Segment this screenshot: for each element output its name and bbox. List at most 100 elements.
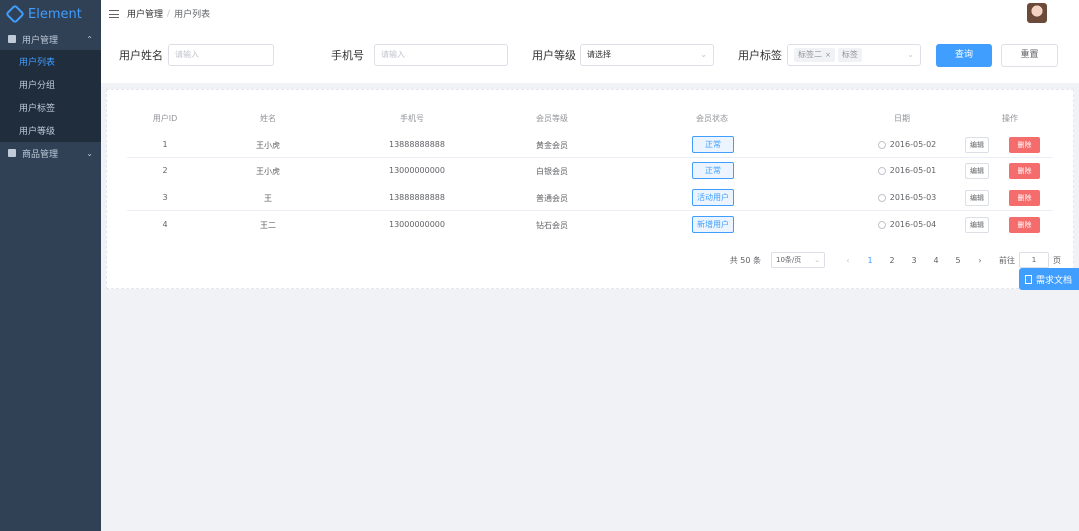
clock-icon [877,220,886,229]
page-size-select[interactable]: 10条/页 ⌄ [771,252,825,268]
level-label: 用户等级 [532,49,576,62]
page-button-2[interactable]: 2 [881,256,903,265]
phone-input[interactable]: 请输入 [374,44,508,66]
breadcrumb-item-parent[interactable]: 用户管理 [127,7,163,20]
cell-date-text: 2016-05-04 [889,220,937,229]
cell-phone: 13888888888 [389,193,445,202]
tag-chip-label: 标签 [841,50,858,59]
page-button-5[interactable]: 5 [947,256,969,265]
table-row: 4 王二 13000000000 钻石会员 新增用户 2016-05-04 编辑… [127,212,1053,238]
cell-phone: 13000000000 [389,220,445,229]
name-input[interactable]: 请输入 [168,44,274,66]
cell-id: 2 [162,166,168,175]
edit-button[interactable]: 编辑 [965,137,989,153]
clock-icon [877,193,886,202]
sidebar-item-user-groups[interactable]: 用户分组 [0,73,101,96]
sidebar-item-user-list[interactable]: 用户列表 [0,50,101,73]
column-header: 日期 [894,114,910,123]
pagination: 共 50 条 10条/页 ⌄ ‹ 1 2 3 4 5 › 前往 1 页 [730,250,1061,270]
app-logo[interactable]: Element [0,0,101,28]
next-page-button[interactable]: › [969,256,991,265]
sidebar: Element 用户管理 ⌃ 用户列表 用户分组 用户标签 用户等级 商品管理 … [0,0,101,531]
table-row: 1 王小虎 13888888888 黄金会员 正常 2016-05-02 编辑 … [127,132,1053,158]
cell-id: 4 [162,220,168,229]
document-icon [1025,274,1032,284]
cell-level: 普通会员 [536,194,568,203]
tags-select[interactable]: 标签二 × 标签 ⌄ [787,44,921,66]
column-header: 操作 [1002,114,1018,123]
page-button-3[interactable]: 3 [903,256,925,265]
cell-name: 王小虎 [256,141,280,150]
cell-date: 2016-05-04 [867,220,947,229]
status-button[interactable]: 正常 [692,136,734,153]
column-header: 手机号 [400,114,424,123]
sidebar-item-user-tags[interactable]: 用户标签 [0,96,101,119]
delete-button[interactable]: 删除 [1009,163,1040,179]
tag-chip-label: 标签二 [798,50,822,59]
edit-button[interactable]: 编辑 [965,190,989,206]
cell-id: 1 [162,140,168,149]
cell-phone: 13888888888 [389,140,445,149]
table-row: 3 王 13888888888 普通会员 活动用户 2016-05-03 编辑 … [127,185,1053,211]
menu-group-user-management[interactable]: 用户管理 ⌃ [0,28,101,50]
cell-name: 王 [264,194,272,203]
table-card: 用户ID 姓名 手机号 会员等级 会员状态 日期 操作 1 王小虎 138888… [106,89,1074,289]
status-button[interactable]: 新增用户 [692,216,734,233]
prev-page-button[interactable]: ‹ [837,256,859,265]
sidebar-item-label: 用户标签 [19,104,56,114]
doc-button-label: 需求文档 [1036,275,1073,286]
hamburger-icon[interactable] [109,9,119,18]
delete-button[interactable]: 删除 [1009,190,1040,206]
pagination-total: 共 50 条 [729,255,761,265]
chevron-up-icon: ⌃ [86,34,93,44]
status-button[interactable]: 正常 [692,162,734,179]
goto-label: 前往 [999,255,1015,265]
clock-icon [877,166,886,175]
page-button-1[interactable]: 1 [859,256,881,265]
goto-suffix: 页 [1053,255,1061,265]
level-select-value: 请选择 [587,50,611,59]
main-area: 用户姓名 请输入 手机号 请输入 用户等级 请选择 ⌄ 用户标签 标签二 × 标签 … [101,27,1079,531]
element-logo-icon [5,4,25,24]
menu-group-goods-management[interactable]: 商品管理 ⌄ [0,142,101,164]
cell-date-text: 2016-05-03 [889,193,937,202]
delete-button[interactable]: 删除 [1009,217,1040,233]
sidebar-item-user-levels[interactable]: 用户等级 [0,119,101,142]
cell-level: 钻石会员 [536,221,568,230]
cell-id: 3 [162,193,168,202]
avatar[interactable] [1027,3,1047,23]
chevron-down-icon: ⌄ [814,256,820,264]
phone-label: 手机号 [331,49,364,62]
level-select[interactable]: 请选择 ⌄ [580,44,714,66]
cell-date-text: 2016-05-01 [889,166,937,175]
edit-button[interactable]: 编辑 [965,217,989,233]
cell-date-text: 2016-05-02 [889,140,937,149]
tag-chip: 标签二 × [794,48,835,62]
logo-text: Element [28,6,82,22]
cell-phone: 13000000000 [389,166,445,175]
sidebar-item-label: 用户等级 [19,127,56,137]
page-button-4[interactable]: 4 [925,256,947,265]
cell-name: 王小虎 [256,167,280,176]
submenu-user-management: 用户列表 用户分组 用户标签 用户等级 [0,50,101,142]
breadcrumb-item-current: 用户列表 [174,10,211,20]
close-icon[interactable]: × [825,51,831,59]
cell-date: 2016-05-01 [867,166,947,175]
requirements-doc-button[interactable]: 需求文档 [1019,268,1079,290]
chevron-down-icon: ⌄ [700,50,707,59]
reset-button[interactable]: 重置 [1001,44,1058,67]
column-header: 姓名 [260,114,276,123]
column-header: 会员等级 [536,114,568,123]
edit-button[interactable]: 编辑 [965,163,989,179]
cell-name: 王二 [260,221,276,230]
status-button[interactable]: 活动用户 [692,189,734,206]
cell-date: 2016-05-02 [867,140,947,149]
goto-page-input[interactable]: 1 [1019,252,1049,268]
table-row: 2 王小虎 13000000000 白银会员 正常 2016-05-01 编辑 … [127,158,1053,184]
sidebar-item-label: 用户列表 [19,58,56,68]
delete-button[interactable]: 删除 [1009,137,1040,153]
page-size-value: 10条/页 [776,256,802,264]
search-button[interactable]: 查询 [936,44,992,67]
tags-label: 用户标签 [738,49,782,62]
chevron-down-icon: ⌄ [907,50,914,59]
